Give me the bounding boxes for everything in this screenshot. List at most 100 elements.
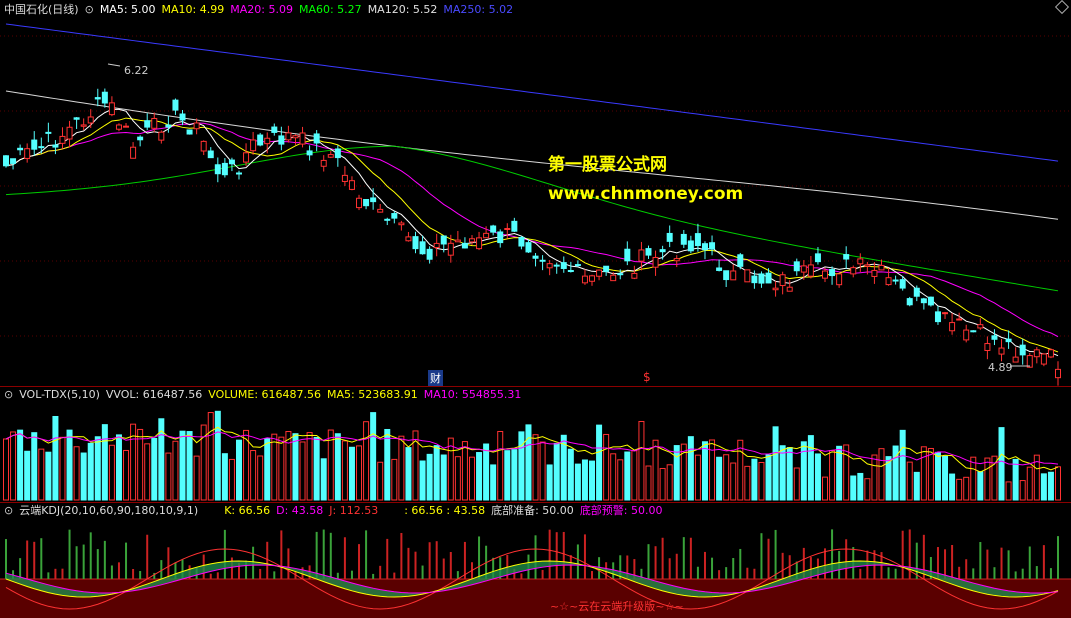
volume-bar: [94, 436, 101, 501]
volume-bar: [970, 456, 977, 501]
candle-body: [490, 225, 497, 233]
low-price-label: 4.89: [988, 361, 1013, 374]
volume-bar: [24, 450, 31, 501]
candle-body: [779, 274, 786, 287]
candle-body: [758, 273, 765, 284]
volume-bar: [320, 458, 327, 501]
candle-body: [271, 126, 278, 133]
candle-body: [497, 231, 504, 244]
volume-bar: [574, 463, 581, 501]
volume-bar: [998, 427, 1005, 501]
dividend-marker[interactable]: $: [643, 370, 651, 384]
candle-body: [814, 253, 821, 263]
candle-body: [405, 236, 412, 242]
volume-bar: [814, 453, 821, 501]
candle-body: [144, 120, 151, 128]
volume-bar: [899, 429, 906, 501]
volume-bar: [115, 434, 122, 501]
candle-body: [709, 242, 716, 250]
candle-body: [370, 197, 377, 203]
candle-body: [363, 199, 370, 207]
candle-body: [320, 159, 327, 167]
candle-body: [356, 197, 363, 209]
volume-bar: [871, 454, 878, 501]
volume-bar: [758, 461, 765, 501]
candle-body: [447, 242, 454, 256]
candle-body: [716, 267, 723, 271]
candle-body: [221, 162, 228, 176]
candle-body: [970, 330, 977, 333]
candle-body: [412, 236, 419, 250]
volume-bar: [1040, 473, 1047, 501]
candle-body: [483, 232, 490, 239]
volume-bar: [786, 447, 793, 501]
candle-body: [52, 144, 59, 148]
volume-title[interactable]: VOL-TDX(5,10): [19, 387, 100, 403]
candle-body: [871, 269, 878, 277]
candle-body: [172, 99, 179, 111]
candle-body: [285, 132, 292, 141]
volume-bar: [426, 453, 433, 501]
volume-bar: [906, 461, 913, 501]
volume-bar: [66, 429, 73, 501]
volume-bar: [977, 471, 984, 501]
volume-bar: [454, 456, 461, 501]
candle-body: [299, 132, 306, 145]
candle-body: [723, 270, 730, 281]
price-panel[interactable]: 中国石化(日线) ⊙ MA5: 5.00 MA10: 4.99 MA20: 5.…: [0, 0, 1071, 386]
candle-body: [850, 267, 857, 275]
candle-body: [857, 258, 864, 265]
candle-body: [80, 124, 87, 127]
candle-body: [87, 116, 94, 124]
volume-bar: [45, 451, 52, 501]
candle-body: [553, 264, 560, 267]
candle-body: [433, 242, 440, 249]
candle-body: [59, 135, 66, 144]
volume-bar: [80, 452, 87, 501]
candle-body: [130, 146, 137, 159]
volume-bar: [264, 438, 271, 501]
volume-bar: [497, 430, 504, 501]
volume-panel[interactable]: ⊙ VOL-TDX(5,10) VVOL: 616487.56 VOLUME: …: [0, 387, 1071, 502]
candle-body: [567, 270, 574, 273]
kdj-panel[interactable]: ⊙ 云端KDJ(20,10,60,90,180,10,9,1) K: 66.56…: [0, 503, 1071, 618]
candle-body: [235, 172, 242, 175]
vol-ma5-label: MA5: 523683.91: [327, 388, 418, 401]
candle-body: [701, 243, 708, 251]
chevron-down-icon[interactable]: ⊙: [4, 503, 13, 519]
kdj-title[interactable]: 云端KDJ(20,10,60,90,180,10,9,1): [19, 503, 198, 519]
candle-body: [878, 264, 885, 271]
volume-bar: [461, 441, 468, 501]
candle-body: [454, 239, 461, 243]
volume-bar: [751, 458, 758, 501]
finance-marker[interactable]: 财: [428, 370, 443, 386]
candle-body: [186, 129, 193, 135]
ma10-line: [5, 117, 1059, 353]
candle-body: [532, 255, 539, 259]
volume-bar: [723, 454, 730, 501]
volume-bar: [1012, 458, 1019, 501]
volume-bar: [864, 478, 871, 501]
volume-bar: [843, 444, 850, 501]
candlestick-chart: [0, 23, 1071, 386]
candle-body: [1026, 355, 1033, 368]
volume-bar: [687, 436, 694, 501]
volume-bar: [165, 452, 172, 501]
candle-body: [391, 213, 398, 219]
settings-diamond-icon[interactable]: [1054, 0, 1070, 15]
volume-bar: [3, 438, 9, 501]
candle-body: [257, 134, 264, 146]
volume-bar: [793, 467, 800, 501]
chevron-down-icon[interactable]: ⊙: [4, 387, 13, 403]
candle-body: [822, 270, 829, 279]
candle-body: [807, 264, 814, 277]
candle-body: [419, 241, 426, 255]
candle-body: [10, 158, 17, 164]
volume-bar: [235, 439, 242, 501]
kdj-chart: [0, 529, 1071, 618]
volume-bar: [377, 461, 384, 501]
candle-body: [694, 233, 701, 247]
volume-bar: [511, 449, 518, 501]
candle-body: [638, 249, 645, 262]
volume-bar: [525, 424, 532, 501]
